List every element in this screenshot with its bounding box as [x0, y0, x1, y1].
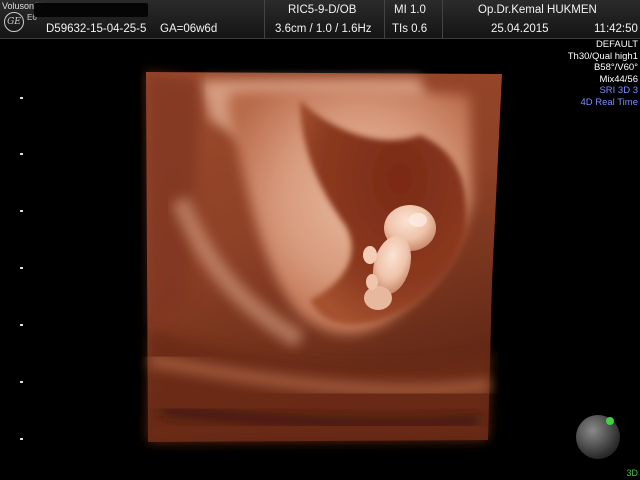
settings-panel: DEFAULT Th30/Qual high1 B58°/V60° Mix44/…	[568, 39, 638, 108]
setting-angles: B58°/V60°	[593, 62, 638, 73]
exam-time: 11:42:50	[594, 23, 638, 35]
probe-label: RIC5-9-D/OB	[288, 4, 357, 16]
scale-tick	[20, 267, 23, 269]
scale-tick	[20, 438, 23, 440]
scale-tick	[20, 381, 23, 383]
scale-tick	[20, 210, 23, 212]
ultrasound-3d-render	[146, 72, 502, 442]
setting-threshold: Th30/Qual high1	[567, 50, 638, 62]
header-bar: Voluson™ GE E6 D59632-15-04-25-5 GA=06w6…	[0, 0, 640, 39]
setting-mode: 4D Real Time	[580, 96, 638, 108]
exam-date: 25.04.2015	[491, 23, 549, 35]
setting-sri: SRI 3D 3	[599, 85, 638, 96]
mode-3d-label: 3D	[626, 468, 638, 478]
orientation-marker-icon	[606, 417, 614, 425]
scale-tick	[20, 97, 23, 99]
mi-value: MI 1.0	[394, 4, 426, 16]
scale-tick	[20, 153, 23, 155]
setting-mix: Mix44/56	[599, 73, 638, 85]
scale-tick	[20, 324, 23, 326]
tis-value: TIs 0.6	[392, 23, 428, 35]
ge-logo-icon: GE	[4, 12, 24, 32]
setting-preset: DEFAULT	[595, 39, 638, 50]
redacted-patient-name	[34, 3, 148, 17]
doctor-name: Op.Dr.Kemal HUKMEN	[478, 4, 597, 16]
depth-settings: 3.6cm / 1.0 / 1.6Hz	[275, 23, 372, 35]
patient-id: D59632-15-04-25-5	[46, 23, 147, 35]
gestational-age: GA=06w6d	[160, 23, 218, 35]
